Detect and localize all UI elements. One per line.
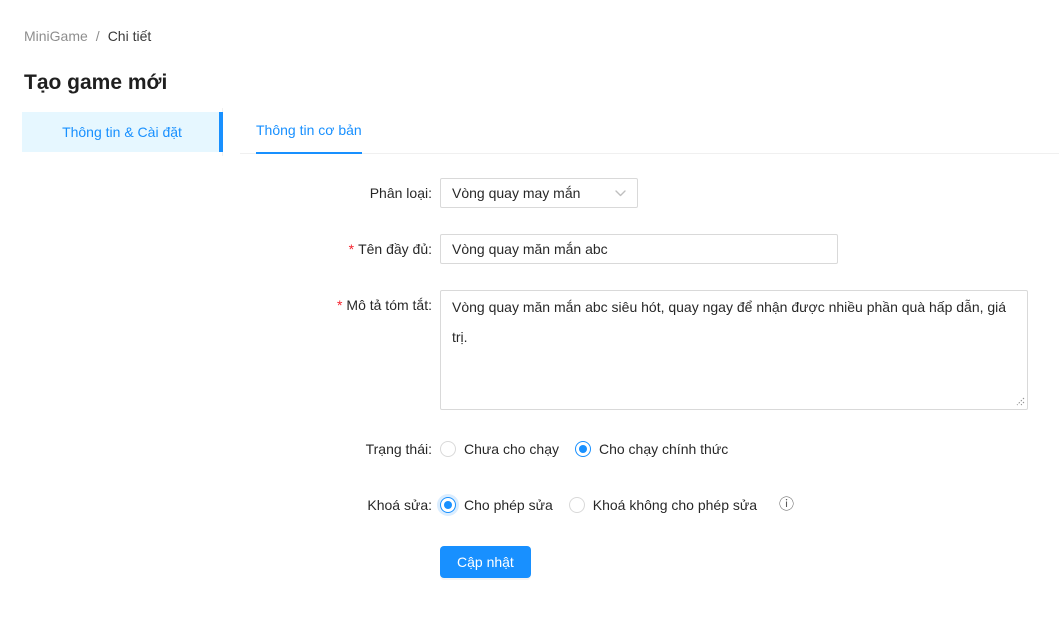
- breadcrumb-item-minigame[interactable]: MiniGame: [24, 28, 88, 44]
- form-row-full-name: *Tên đầy đủ:: [0, 234, 838, 264]
- radio-icon-run-official[interactable]: [575, 441, 591, 457]
- summary-textarea[interactable]: Vòng quay măn mắn abc siêu hót, quay nga…: [440, 290, 1028, 410]
- edit-lock-radio-group: Cho phép sửa Khoá không cho phép sửa ⓘ: [440, 495, 794, 515]
- form-row-status: Trạng thái: Chưa cho chạy Cho chạy chính…: [0, 439, 744, 459]
- chevron-down-icon: [615, 188, 626, 199]
- category-label: Phân loại:: [0, 178, 440, 208]
- tab-basic-info[interactable]: Thông tin cơ bản: [256, 108, 362, 154]
- radio-label-run-official[interactable]: Cho chạy chính thức: [599, 439, 728, 459]
- side-tab-label: Thông tin & Cài đặt: [62, 124, 182, 140]
- radio-option-lock-edit[interactable]: Khoá không cho phép sửa: [569, 495, 757, 515]
- form-row-summary: *Mô tả tóm tắt: Vòng quay măn mắn abc si…: [0, 290, 1028, 410]
- side-tab-info-settings[interactable]: Thông tin & Cài đặt: [22, 112, 222, 152]
- summary-label: *Mô tả tóm tắt:: [0, 290, 440, 320]
- full-name-label: *Tên đầy đủ:: [0, 234, 440, 264]
- status-radio-group: Chưa cho chạy Cho chạy chính thức: [440, 439, 744, 459]
- active-side-tab-indicator: [219, 112, 223, 152]
- edit-lock-label: Khoá sửa:: [0, 495, 440, 515]
- update-button[interactable]: Cập nhật: [440, 546, 531, 578]
- status-label: Trạng thái:: [0, 439, 440, 459]
- category-select[interactable]: Vòng quay may mắn: [440, 178, 638, 208]
- radio-label-not-running[interactable]: Chưa cho chạy: [464, 439, 559, 459]
- info-circle-icon[interactable]: ⓘ: [779, 495, 794, 515]
- required-mark: *: [349, 241, 354, 257]
- create-game-page: { "breadcrumb": { "separator": "/", "ite…: [0, 0, 1059, 620]
- radio-label-allow-edit[interactable]: Cho phép sửa: [464, 495, 553, 515]
- radio-icon-not-running[interactable]: [440, 441, 456, 457]
- summary-label-text: Mô tả tóm tắt:: [346, 297, 432, 313]
- category-select-value: Vòng quay may mắn: [452, 185, 580, 201]
- radio-label-lock-edit[interactable]: Khoá không cho phép sửa: [593, 495, 757, 515]
- radio-option-allow-edit[interactable]: Cho phép sửa: [440, 495, 553, 515]
- required-mark: *: [337, 297, 342, 313]
- summary-textarea-wrap: Vòng quay măn mắn abc siêu hót, quay nga…: [440, 290, 1028, 410]
- page-title: Tạo game mới: [24, 69, 167, 96]
- content-tab-bar: Thông tin cơ bản: [240, 108, 1059, 154]
- radio-option-not-running[interactable]: Chưa cho chạy: [440, 439, 559, 459]
- radio-icon-allow-edit[interactable]: [440, 497, 456, 513]
- radio-icon-lock-edit[interactable]: [569, 497, 585, 513]
- full-name-label-text: Tên đầy đủ:: [358, 241, 432, 257]
- breadcrumb-item-detail: Chi tiết: [108, 28, 152, 44]
- breadcrumb-separator: /: [96, 28, 100, 44]
- form-row-edit-lock: Khoá sửa: Cho phép sửa Khoá không cho ph…: [0, 495, 794, 515]
- full-name-input[interactable]: [440, 234, 838, 264]
- breadcrumb: MiniGame / Chi tiết: [24, 25, 151, 47]
- radio-option-run-official[interactable]: Cho chạy chính thức: [575, 439, 728, 459]
- settings-side-tabs: Thông tin & Cài đặt: [22, 108, 223, 156]
- form-row-category: Phân loại: Vòng quay may mắn: [0, 178, 638, 208]
